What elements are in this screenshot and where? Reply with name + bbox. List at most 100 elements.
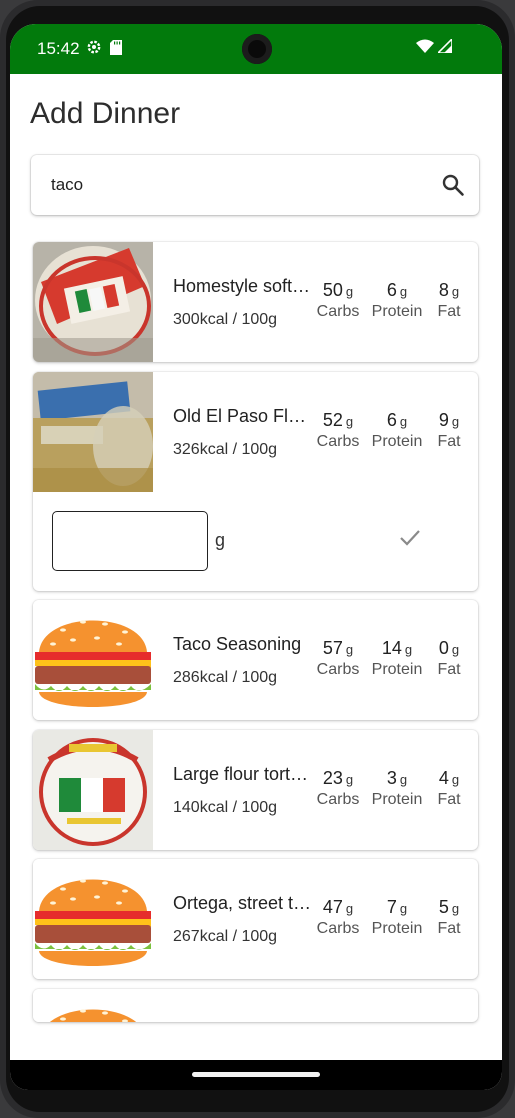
food-name: Large flour tort… <box>173 764 309 784</box>
status-time: 15:42 <box>37 39 80 58</box>
app-screen: 15:42 Add Dinner taco Homestyle soft… 30… <box>10 24 502 1090</box>
fat-unit: g <box>451 414 460 429</box>
food-name: Old El Paso Flo… <box>173 406 316 426</box>
food-kcal: 286kcal / 100g <box>173 669 278 686</box>
search-input[interactable] <box>51 173 411 197</box>
fat-label: Fat <box>437 661 461 678</box>
protein-label: Protein <box>371 661 423 678</box>
fat-label: Fat <box>437 791 461 808</box>
wifi-icon <box>416 39 434 58</box>
carbs-unit: g <box>345 414 354 429</box>
macro-fat: 0g Fat <box>429 638 469 679</box>
carbs-label: Carbs <box>316 303 360 320</box>
food-kcal: 140kcal / 100g <box>173 799 278 816</box>
food-card[interactable]: Ortega, street t… 267kcal / 100g 47 g Car… <box>33 859 478 979</box>
food-image <box>33 372 153 492</box>
front-camera <box>242 34 272 64</box>
signal-icon <box>436 37 453 58</box>
navigation-bar <box>10 1060 502 1090</box>
protein-label: Protein <box>371 303 423 320</box>
fat-value: 9 <box>438 410 449 430</box>
food-card[interactable]: Large flour tort… 140kcal / 100g 23 g Car… <box>33 730 478 850</box>
protein-label: Protein <box>371 920 423 937</box>
macro-fat: 4g Fat <box>429 768 469 809</box>
carbs-unit: g <box>345 284 354 299</box>
fat-unit: g <box>451 642 460 657</box>
protein-value: 6 <box>386 410 397 430</box>
fat-value: 8 <box>438 280 449 300</box>
search-icon[interactable] <box>441 173 465 202</box>
food-name: Taco Seasoning <box>173 634 302 654</box>
fat-label: Fat <box>437 303 461 320</box>
fat-unit: g <box>451 901 460 916</box>
food-name: Homestyle soft… <box>173 276 311 296</box>
home-indicator[interactable] <box>192 1072 320 1077</box>
food-image <box>33 242 153 362</box>
macro-protein: 3g Protein <box>369 768 425 809</box>
macro-carbs: 57 g Carbs <box>313 638 363 679</box>
fat-unit: g <box>451 284 460 299</box>
carbs-value: 47 <box>322 897 343 917</box>
food-kcal: 300kcal / 100g <box>173 311 278 328</box>
macro-carbs: 47 g Carbs <box>313 897 363 938</box>
fat-value: 4 <box>438 768 449 788</box>
food-card-partial[interactable] <box>33 989 478 1022</box>
search-bar[interactable] <box>31 155 479 215</box>
carbs-label: Carbs <box>316 433 360 450</box>
fat-value: 0 <box>438 638 449 658</box>
macro-fat: 8g Fat <box>429 280 469 321</box>
carbs-unit: g <box>345 642 354 657</box>
macro-protein: 6g Protein <box>369 410 425 451</box>
food-kcal: 267kcal / 100g <box>173 928 278 945</box>
carbs-value: 50 <box>322 280 343 300</box>
macro-carbs: 50 g Carbs <box>313 280 363 321</box>
protein-unit: g <box>399 284 408 299</box>
settings-icon <box>86 39 102 60</box>
sd-card-icon <box>110 39 122 60</box>
page-title: Add Dinner <box>30 97 181 130</box>
fat-label: Fat <box>437 433 461 450</box>
status-bar: 15:42 <box>10 24 502 74</box>
carbs-label: Carbs <box>316 661 360 678</box>
protein-unit: g <box>399 901 408 916</box>
device-frame: 15:42 Add Dinner taco Homestyle soft… 30… <box>0 0 515 1118</box>
food-name: Ortega, street t… <box>173 893 312 913</box>
carbs-value: 57 <box>322 638 343 658</box>
food-card[interactable]: Taco Seasoning 286kcal / 100g 57 g Carbs … <box>33 600 478 720</box>
protein-value: 7 <box>386 897 397 917</box>
protein-unit: g <box>399 772 408 787</box>
carbs-value: 23 <box>322 768 343 788</box>
macro-protein: 7g Protein <box>369 897 425 938</box>
protein-unit: g <box>404 642 413 657</box>
macro-protein: 14 g Protein <box>369 638 425 679</box>
fat-value: 5 <box>438 897 449 917</box>
macro-fat: 9g Fat <box>429 410 469 451</box>
carbs-label: Carbs <box>316 920 360 937</box>
food-card-expanded[interactable]: Old El Paso Flo… 326kcal / 100g 52 g Carb… <box>33 372 478 591</box>
food-image <box>33 859 153 979</box>
protein-value: 3 <box>386 768 397 788</box>
food-image <box>33 730 153 850</box>
macro-fat: 5g Fat <box>429 897 469 938</box>
amount-input[interactable] <box>52 511 208 571</box>
macro-protein: 6g Protein <box>369 280 425 321</box>
protein-label: Protein <box>371 433 423 450</box>
protein-label: Protein <box>371 791 423 808</box>
food-image <box>33 989 153 1022</box>
carbs-unit: g <box>345 772 354 787</box>
carbs-label: Carbs <box>316 791 360 808</box>
protein-value: 6 <box>386 280 397 300</box>
food-image <box>33 600 153 720</box>
carbs-unit: g <box>345 901 354 916</box>
carbs-value: 52 <box>322 410 343 430</box>
macro-carbs: 23 g Carbs <box>313 768 363 809</box>
protein-value: 14 <box>381 638 402 658</box>
check-icon[interactable] <box>399 529 421 552</box>
food-card[interactable]: Homestyle soft… 300kcal / 100g 50 g Carbs… <box>33 242 478 362</box>
fat-unit: g <box>451 772 460 787</box>
fat-label: Fat <box>437 920 461 937</box>
food-kcal: 326kcal / 100g <box>173 441 278 458</box>
macro-carbs: 52 g Carbs <box>313 410 363 451</box>
status-icons-left <box>86 39 122 60</box>
amount-unit: g <box>215 530 226 550</box>
